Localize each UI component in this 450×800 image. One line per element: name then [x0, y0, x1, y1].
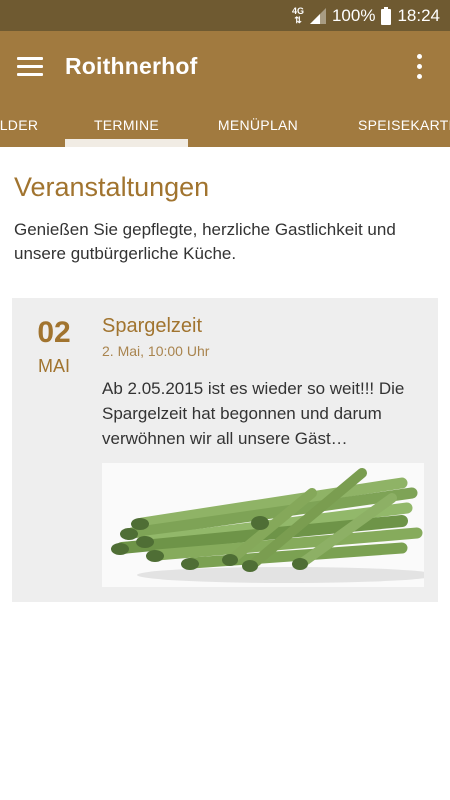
data-arrows-icon: ⇅ — [294, 14, 302, 25]
intro-text: Genießen Sie gepflegte, herzliche Gastli… — [14, 220, 396, 263]
tab-bilder[interactable]: LDER — [0, 103, 44, 147]
tab-menueplan[interactable]: MENÜPLAN — [200, 103, 316, 147]
app-title: Roithnerhof — [65, 53, 198, 79]
active-tab-indicator — [65, 139, 188, 147]
battery-icon — [381, 6, 392, 25]
event-month: MAI — [37, 356, 70, 376]
event-description: Ab 2.05.2015 ist es wieder so weit!!! Di… — [102, 379, 405, 448]
asparagus-illustration — [111, 468, 424, 583]
asparagus-image — [102, 463, 424, 587]
overflow-menu-icon[interactable] — [410, 53, 430, 81]
hamburger-menu-icon[interactable] — [14, 51, 46, 83]
status-bar: 4G ⇅ 100% 18:24 — [0, 0, 450, 31]
network-indicator: 4G ⇅ — [292, 6, 304, 25]
event-card[interactable]: 02 MAI Spargelzeit 2. Mai, 10:00 Uhr Ab … — [12, 298, 438, 602]
event-title: Spargelzeit — [102, 315, 203, 337]
signal-icon — [309, 7, 326, 24]
battery-percent: 100% — [331, 5, 376, 25]
app-bar: Roithnerhof — [0, 31, 450, 103]
event-datetime: 2. Mai, 10:00 Uhr — [102, 343, 210, 359]
tab-speisekarte[interactable]: SPEISEKARTE — [340, 103, 450, 147]
clock: 18:24 — [397, 5, 440, 25]
status-icons: 4G ⇅ 100% 18:24 — [292, 0, 440, 31]
event-day: 02 — [37, 316, 71, 349]
page-title: Veranstaltungen — [14, 172, 210, 202]
